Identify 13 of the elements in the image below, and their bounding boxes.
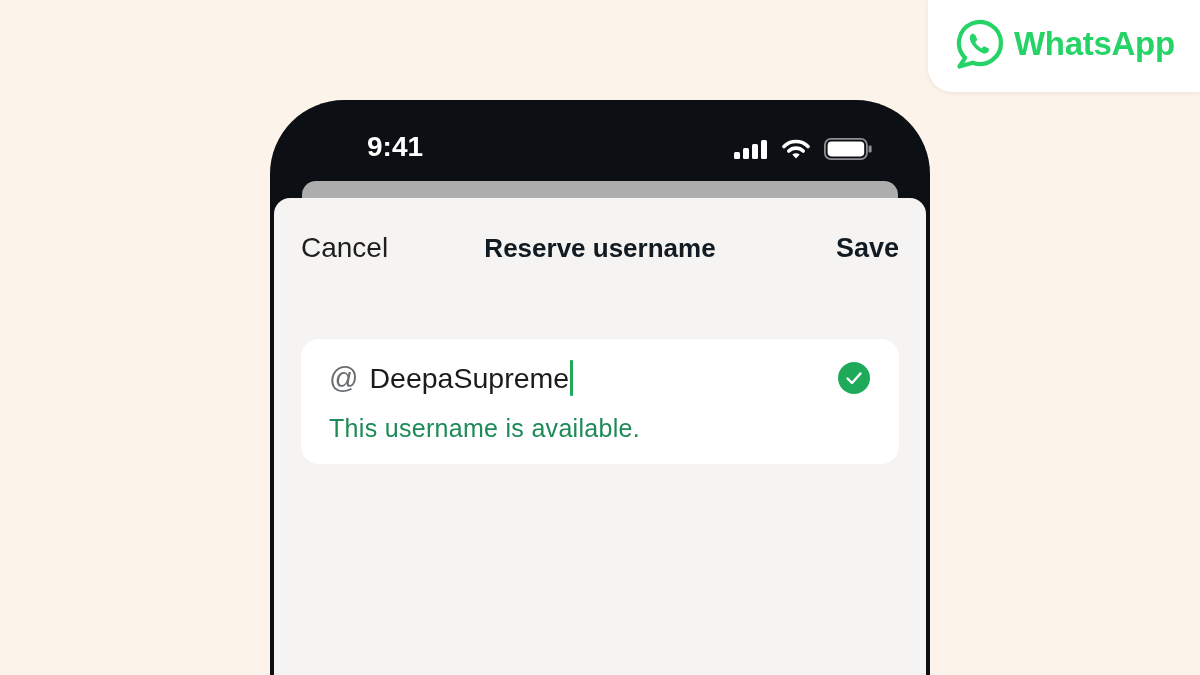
at-prefix: @	[329, 361, 359, 396]
username-input[interactable]: @ DeepaSupreme	[329, 360, 574, 396]
status-time: 9:41	[367, 131, 424, 163]
logo-wordmark: WhatsApp	[1014, 24, 1175, 64]
cancel-button[interactable]: Cancel	[301, 233, 389, 263]
username-value: DeepaSupreme	[369, 361, 570, 396]
wifi-icon	[782, 139, 810, 159]
battery-icon	[824, 138, 872, 160]
chat-bubble-phone-icon	[955, 18, 1005, 70]
sheet-title: Reserve username	[484, 233, 716, 263]
availability-message: This username is available.	[329, 414, 642, 442]
save-button[interactable]: Save	[835, 233, 899, 263]
signal-icon	[734, 139, 768, 159]
